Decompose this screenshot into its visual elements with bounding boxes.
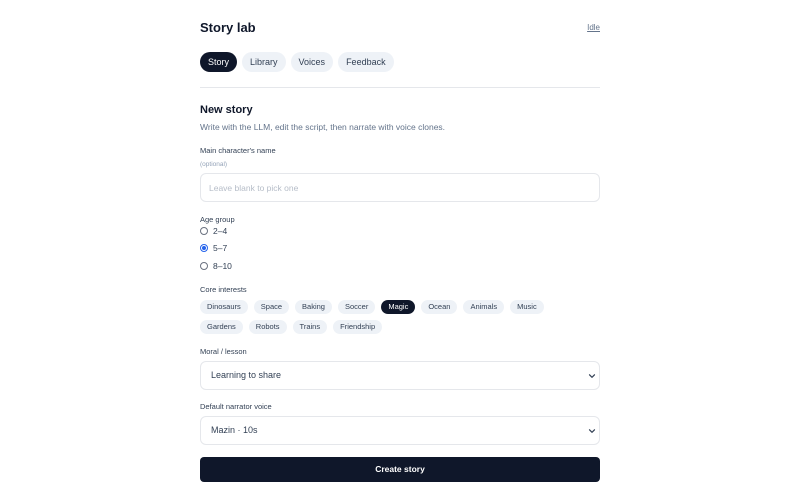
- tab-voices[interactable]: Voices: [290, 52, 334, 72]
- chevron-down-icon: [588, 429, 596, 433]
- chip-baking[interactable]: Baking: [295, 300, 332, 314]
- character-name-label: Main character's name: [200, 146, 276, 155]
- moral-select[interactable]: Learning to share: [200, 361, 600, 390]
- chip-ocean[interactable]: Ocean: [421, 300, 458, 314]
- section-subtitle: Write with the LLM, edit the script, the…: [200, 122, 446, 132]
- tab-feedback[interactable]: Feedback: [338, 52, 394, 72]
- chip-music[interactable]: Music: [510, 300, 544, 314]
- interests-label: Core interests: [200, 285, 247, 294]
- moral-label: Moral / lesson: [200, 347, 247, 356]
- character-name-input[interactable]: [200, 173, 600, 202]
- interest-chips-row-1: Dinosaurs Space Baking Soccer Magic Ocea…: [200, 300, 600, 314]
- narrator-select[interactable]: Mazin · 10s: [200, 416, 600, 445]
- tab-story[interactable]: Story: [200, 52, 238, 72]
- chip-gardens[interactable]: Gardens: [200, 320, 243, 334]
- divider: [200, 87, 600, 88]
- age-option-8-10[interactable]: 8–10: [200, 260, 232, 272]
- radio-label: 5–7: [213, 243, 228, 253]
- status-indicator[interactable]: Idle: [587, 23, 600, 33]
- chip-space[interactable]: Space: [253, 300, 290, 314]
- age-option-5-7[interactable]: 5–7: [200, 242, 227, 254]
- chip-animals[interactable]: Animals: [463, 300, 505, 314]
- radio-button[interactable]: [200, 262, 208, 270]
- interest-chips-row-2: Gardens Robots Trains Friendship: [200, 320, 600, 334]
- radio-button[interactable]: [200, 244, 208, 252]
- chip-trains[interactable]: Trains: [292, 320, 328, 334]
- create-story-button[interactable]: Create story: [200, 457, 600, 482]
- age-group-label: Age group: [200, 215, 235, 224]
- chip-robots[interactable]: Robots: [248, 320, 287, 334]
- character-name-hint: (optional): [200, 161, 228, 168]
- chip-friendship[interactable]: Friendship: [333, 320, 383, 334]
- header: Story lab Idle: [200, 20, 600, 38]
- chip-magic[interactable]: Magic: [381, 300, 416, 314]
- chip-dinosaurs[interactable]: Dinosaurs: [200, 300, 248, 314]
- moral-select-value: Learning to share: [211, 370, 282, 380]
- age-option-2-4[interactable]: 2–4: [200, 225, 227, 237]
- narrator-select-value: Mazin · 10s: [211, 425, 258, 435]
- chevron-down-icon: [588, 374, 596, 378]
- radio-label: 2–4: [213, 226, 228, 236]
- radio-label: 8–10: [213, 261, 232, 271]
- radio-button[interactable]: [200, 227, 208, 235]
- page-title: Story lab: [200, 20, 256, 35]
- tab-library[interactable]: Library: [242, 52, 286, 72]
- narrator-label: Default narrator voice: [200, 402, 272, 411]
- section-title: New story: [200, 104, 253, 116]
- chip-soccer[interactable]: Soccer: [337, 300, 376, 314]
- tab-bar: Story Library Voices Feedback: [200, 52, 394, 72]
